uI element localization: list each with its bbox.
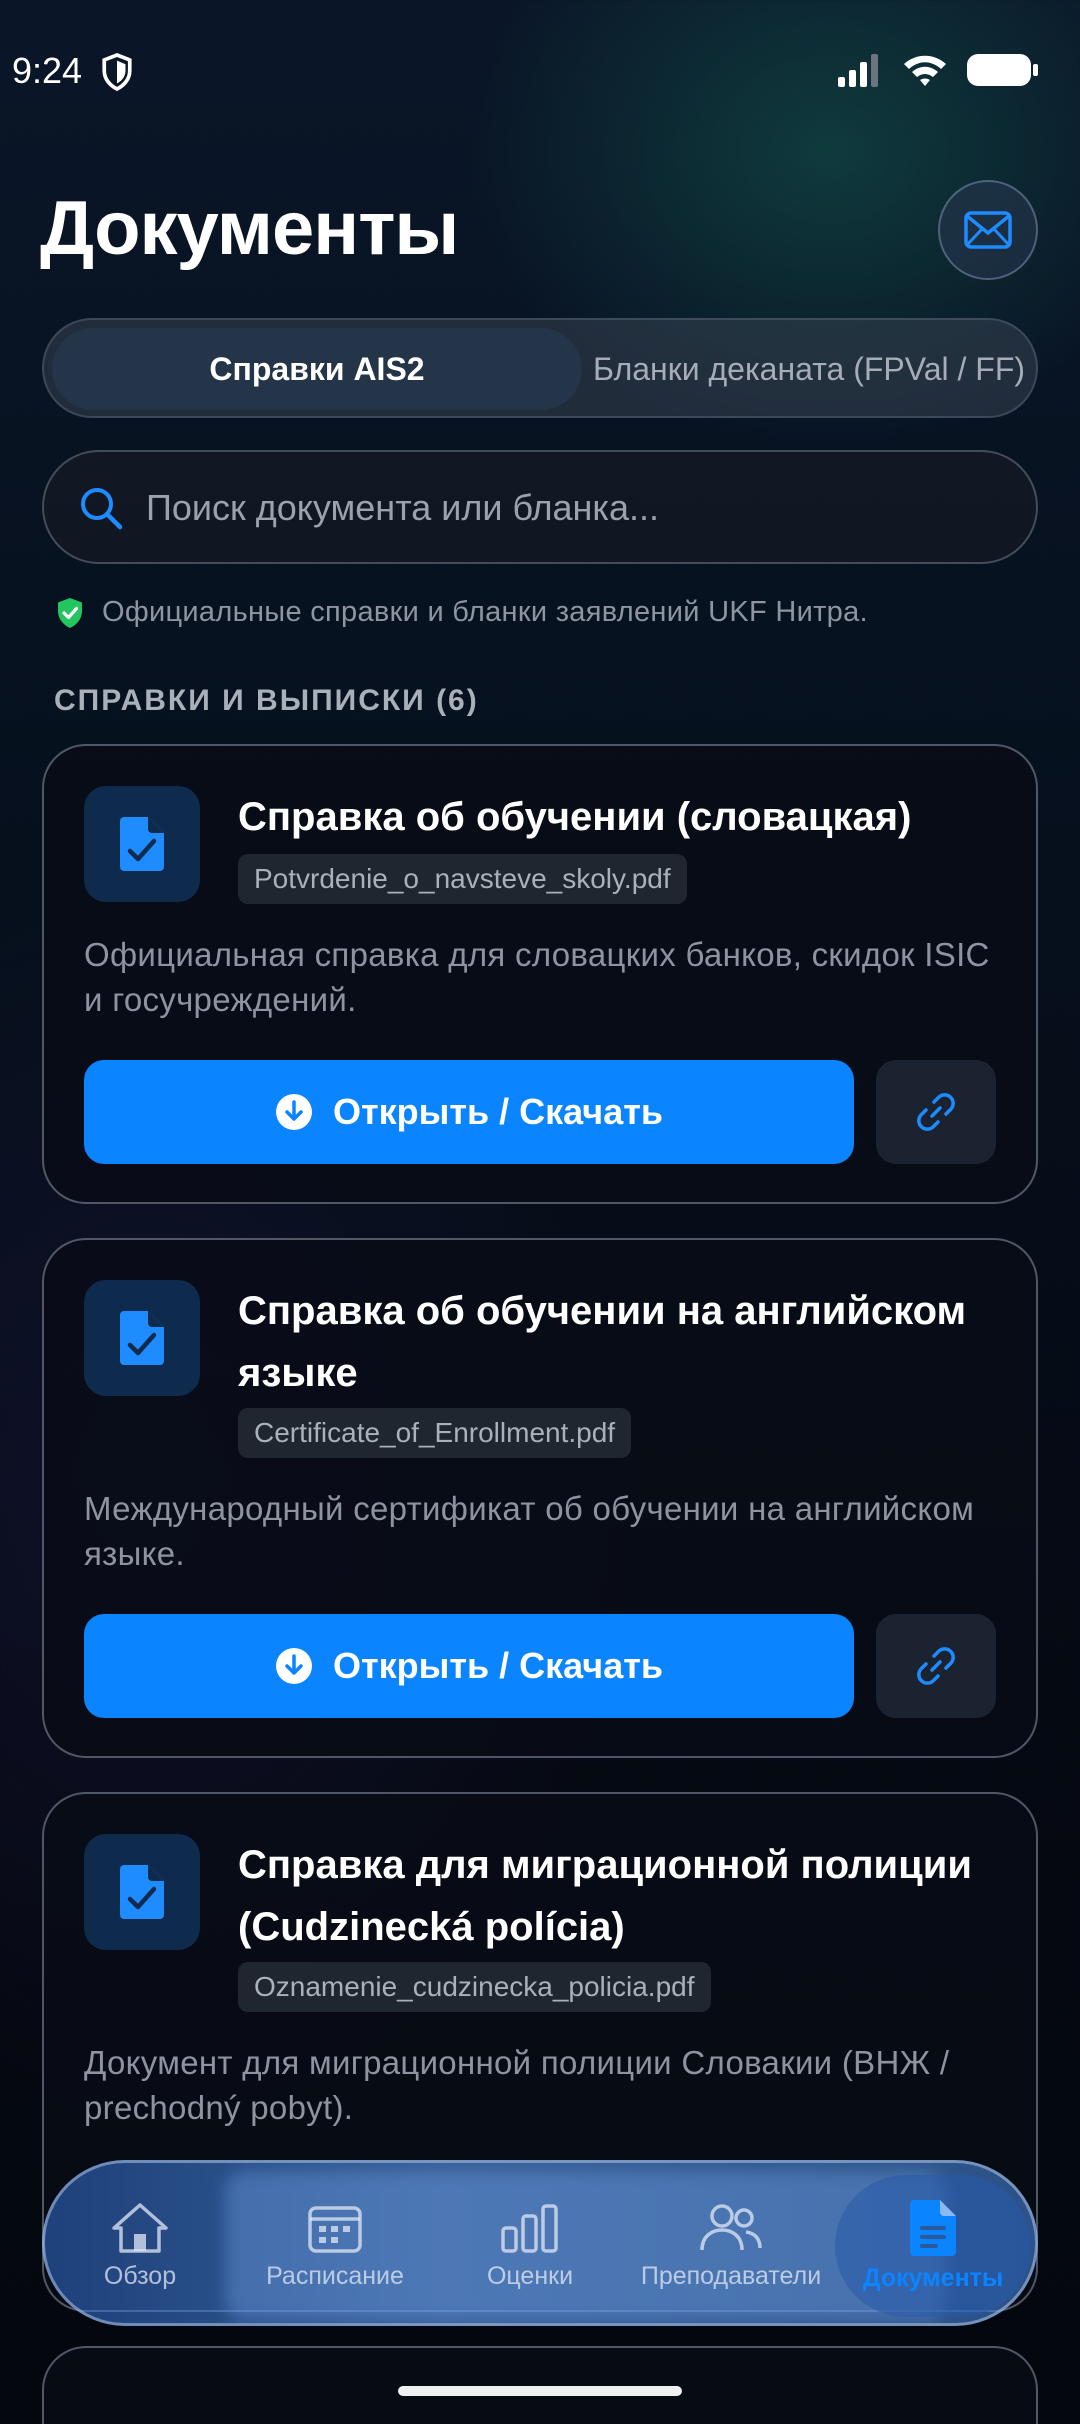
file-name-chip: Certificate_of_Enrollment.pdf <box>238 1408 632 1458</box>
document-title: Справка об обучении на английском языке <box>238 1289 967 1395</box>
section-title: СПРАВКИ И ВЫПИСКИ (6) <box>54 684 479 717</box>
document-icon <box>910 2199 956 2256</box>
tab-schedule-label: Расписание <box>266 2261 404 2290</box>
tab-overview-label: Обзор <box>103 2261 177 2290</box>
tab-grades-label: Оценки <box>486 2261 574 2290</box>
document-description: Документ для миграционной полиции Словак… <box>84 2044 950 2126</box>
signal-icon <box>838 54 878 87</box>
envelope-icon <box>964 211 1012 249</box>
document-card: Справка об обучении (словацкая) Potvrden… <box>42 744 1038 1204</box>
open-download-button[interactable]: Открыть / Скачать <box>84 1614 854 1718</box>
mail-button[interactable] <box>938 180 1038 280</box>
document-title: Справка об обучении (словацкая) <box>238 795 912 839</box>
file-name-chip: Oznamenie_cudzinecka_policia.pdf <box>238 1962 711 2012</box>
document-card <box>42 2346 1038 2424</box>
download-icon <box>276 1648 312 1684</box>
status-icons <box>838 52 1040 88</box>
link-icon <box>917 1093 955 1131</box>
document-description: Официальная справка для словацких банков… <box>84 936 990 1018</box>
home-icon <box>112 2202 168 2253</box>
bar-chart-icon <box>501 2203 558 2253</box>
status-bar: 9:24 <box>0 0 1080 140</box>
document-icon-box <box>84 786 200 902</box>
link-icon <box>917 1647 955 1685</box>
tab-overview[interactable]: Обзор <box>65 2163 215 2323</box>
search-input[interactable] <box>146 472 1006 544</box>
copy-link-button[interactable] <box>876 1060 996 1164</box>
tab-grades[interactable]: Оценки <box>455 2163 605 2323</box>
file-name-chip: Potvrdenie_o_navsteve_skoly.pdf <box>238 854 687 904</box>
tab-schedule[interactable]: Расписание <box>235 2163 435 2323</box>
tab-dean-forms[interactable]: Бланки деканата (FPVal / FF) <box>584 328 1034 410</box>
document-icon-box <box>84 1280 200 1396</box>
people-icon <box>700 2203 762 2250</box>
shield-icon <box>102 53 132 92</box>
document-card: Справка об обучении на английском языке … <box>42 1238 1038 1758</box>
open-download-label: Открыть / Скачать <box>333 1091 663 1132</box>
status-time: 9:24 <box>12 50 83 91</box>
battery-icon <box>967 54 1038 86</box>
document-title: Справка для миграционной полиции (Cudzin… <box>238 1843 972 1949</box>
tab-ais2-certificates[interactable]: Справки AIS2 <box>52 328 582 410</box>
verified-shield-icon <box>58 597 82 628</box>
document-check-icon <box>120 1311 164 1365</box>
bottom-tab-bar: Обзор Расписание Оценки Преподаватели До… <box>42 2160 1038 2326</box>
download-icon <box>276 1094 312 1130</box>
open-download-button[interactable]: Открыть / Скачать <box>84 1060 854 1164</box>
page-title: Документы <box>40 186 459 271</box>
document-icon-box <box>84 1834 200 1950</box>
wifi-icon <box>904 55 946 86</box>
search-icon <box>81 488 123 530</box>
home-indicator <box>398 2386 682 2396</box>
document-type-tabs: Справки AIS2 Бланки деканата (FPVal / FF… <box>42 318 1038 418</box>
info-text: Официальные справки и бланки заявлений U… <box>102 596 868 628</box>
tab-documents-label: Документы <box>862 2263 1004 2292</box>
tab-teachers-label: Преподаватели <box>640 2261 822 2290</box>
document-check-icon <box>120 817 164 871</box>
copy-link-button[interactable] <box>876 1614 996 1718</box>
calendar-icon <box>308 2205 362 2253</box>
info-line: Официальные справки и бланки заявлений U… <box>56 596 868 629</box>
search-bar <box>42 450 1038 564</box>
tab-documents[interactable]: Документы <box>845 2163 1021 2323</box>
document-check-icon <box>120 1865 164 1919</box>
document-description: Международный сертификат об обучении на … <box>84 1490 975 1572</box>
tab-teachers[interactable]: Преподаватели <box>631 2163 831 2323</box>
open-download-label: Открыть / Скачать <box>333 1645 663 1686</box>
